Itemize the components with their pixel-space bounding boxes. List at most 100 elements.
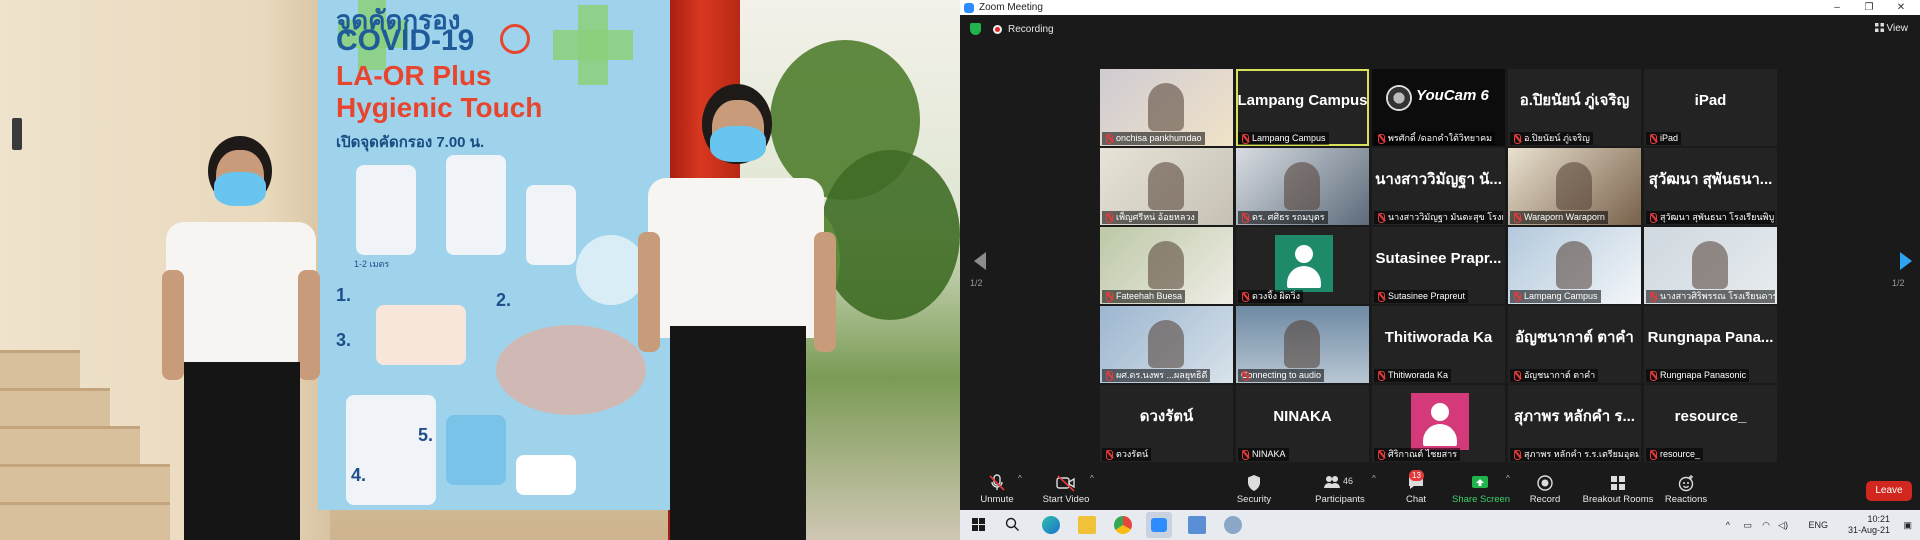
participant-name-label: Thitiworada Ka	[1374, 369, 1452, 382]
participant-tile[interactable]: Sutasinee Prapr... Sutasinee Prapreut	[1372, 227, 1505, 304]
zoom-logo-icon	[964, 2, 974, 13]
participant-tile[interactable]: YouCam 6 พรศักดิ์ /ดอกคำใต้วิทยาคม	[1372, 69, 1505, 146]
search-icon[interactable]	[1004, 516, 1022, 534]
notifications-icon[interactable]: ▣	[1903, 510, 1912, 540]
chrome-browser-icon[interactable]	[1114, 516, 1132, 534]
security-button[interactable]: Security	[1234, 474, 1274, 505]
virus-icon	[500, 24, 530, 54]
participant-name-label: อ.ปิยนัยน์ ภู่เจริญ	[1510, 132, 1593, 145]
youcam-logo: YouCam 6	[1416, 87, 1489, 104]
page-indicator-right: 1/2	[1892, 278, 1905, 288]
tool-app-icon[interactable]	[1224, 516, 1242, 534]
reactions-button[interactable]: Reactions	[1664, 474, 1708, 505]
view-button[interactable]: View	[1874, 23, 1908, 34]
participant-tile[interactable]: iPad iPad	[1644, 69, 1777, 146]
participant-tile[interactable]: ศิริกาณต์ ไชยสาร	[1372, 385, 1505, 462]
leave-button[interactable]: Leave	[1866, 481, 1912, 501]
next-page-button[interactable]: 1/2	[1892, 252, 1912, 288]
minimize-button[interactable]: –	[1822, 0, 1852, 15]
clock-date: 31-Aug-21	[1847, 525, 1890, 535]
prev-page-button[interactable]: 1/2	[970, 252, 986, 288]
participant-name-label: ศิริกาณต์ ไชยสาร	[1374, 448, 1461, 461]
participant-tile[interactable]: Thitiworada Ka Thitiworada Ka	[1372, 306, 1505, 383]
windows-start-icon[interactable]	[970, 516, 988, 534]
participants-label: Participants	[1315, 494, 1365, 505]
participant-name-label: สุภาพร หลักคำ ร.ร.เตรียมอุดม...	[1510, 448, 1639, 461]
maximize-button[interactable]: ❐	[1854, 0, 1884, 15]
chat-badge: 13	[1409, 470, 1424, 481]
audio-options-caret[interactable]: ^	[1018, 474, 1022, 483]
participant-name-label: Waraporn Waraporn	[1510, 211, 1608, 224]
security-label: Security	[1236, 494, 1272, 505]
participant-name-label: resource_	[1646, 448, 1704, 461]
participant-tile[interactable]: นางสาวศิริพรรณ โรงเรียนดาร...	[1644, 227, 1777, 304]
participant-tile[interactable]: เพ็ญศรีหน่ อ้อยหลวง	[1100, 148, 1233, 225]
participants-icon: 46	[1310, 474, 1370, 492]
participant-name-label: Sutasinee Prapreut	[1374, 290, 1469, 303]
chevron-right-icon	[1900, 252, 1912, 270]
language-indicator[interactable]: ENG	[1808, 510, 1828, 540]
share-screen-button[interactable]: Share Screen	[1452, 474, 1511, 505]
participant-tile[interactable]: Lampang Campus	[1508, 227, 1641, 304]
participant-tile[interactable]: อัญชนากาต์ ตาคำ อัญชนากาต์ ตาคำ	[1508, 306, 1641, 383]
unmute-button[interactable]: Unmute	[974, 474, 1020, 505]
network-icon[interactable]: ▭	[1743, 510, 1752, 540]
participants-button[interactable]: 46 Participants	[1310, 474, 1370, 505]
participant-name-label: NINAKA	[1238, 448, 1289, 461]
tray-chevron-icon[interactable]: ^	[1726, 510, 1730, 540]
meeting-toolbar: Unmute ^ Start Video ^ Security 46 Parti…	[960, 470, 1920, 508]
participant-tile[interactable]: นางสาววิมัญฐา นั... นางสาววิมัญฐา มันตะสุ…	[1372, 148, 1505, 225]
close-button[interactable]: ✕	[1886, 0, 1916, 15]
participant-tile[interactable]: ดวงรัตน์ ดวงรัตน์	[1100, 385, 1233, 462]
recording-label: Recording	[1008, 24, 1054, 35]
zoom-taskbar-app[interactable]	[1146, 512, 1172, 538]
share-options-caret[interactable]: ^	[1506, 474, 1510, 483]
student-right	[630, 82, 850, 540]
breakout-rooms-icon	[1582, 474, 1654, 492]
notes-app-icon[interactable]	[1188, 516, 1206, 534]
participant-tile[interactable]: Lampang Campus Lampang Campus	[1236, 69, 1369, 146]
step-distance-hint: 1-2 เมตร	[354, 259, 390, 269]
participant-tile[interactable]: ดร. ศศิธร รถมบุตร	[1236, 148, 1369, 225]
grid-icon	[1874, 23, 1884, 32]
share-screen-label: Share Screen	[1452, 494, 1511, 505]
participant-display-name: Sutasinee Prapr...	[1375, 249, 1502, 267]
record-label: Record	[1529, 494, 1561, 505]
screening-steps: 1. 1-2 เมตร 2. 3. 4. 5.	[326, 155, 662, 505]
participant-tile[interactable]: Fateehah Buesa	[1100, 227, 1233, 304]
record-button[interactable]: Record	[1526, 474, 1564, 505]
participants-caret[interactable]: ^	[1372, 474, 1376, 483]
shield-icon[interactable]	[970, 23, 981, 35]
file-explorer-icon[interactable]	[1078, 516, 1096, 534]
wifi-icon[interactable]: ◠	[1762, 510, 1770, 540]
banner-line-5: เปิดจุดคัดกรอง 7.00 น.	[336, 134, 485, 151]
windows-taskbar: ^ ▭ ◠ ◁) ENG 10:21 31-Aug-21 ▣	[960, 510, 1920, 540]
record-icon	[1526, 474, 1564, 492]
participant-tile[interactable]: ดวงจิ้ง ผิดวิ่ง	[1236, 227, 1369, 304]
participant-tile[interactable]: Connecting to audio	[1236, 306, 1369, 383]
start-video-label: Start Video	[1042, 494, 1090, 505]
participants-count: 46	[1343, 476, 1353, 486]
participant-tile[interactable]: อ.ปิยนัยน์ ภู่เจริญ อ.ปิยนัยน์ ภู่เจริญ	[1508, 69, 1641, 146]
recording-icon	[993, 25, 1002, 34]
participant-tile[interactable]: Rungnapa Pana... Rungnapa Panasonic	[1644, 306, 1777, 383]
volume-icon[interactable]: ◁)	[1778, 510, 1788, 540]
participant-display-name: Lampang Campus	[1237, 91, 1368, 109]
participant-tile[interactable]: NINAKA NINAKA	[1236, 385, 1369, 462]
participant-tile[interactable]: สุวัฒนา สุพันธนา... สุวัฒนา สุพันธนา โรงเ…	[1644, 148, 1777, 225]
start-video-button[interactable]: Start Video	[1038, 474, 1094, 505]
edge-browser-icon[interactable]	[1042, 516, 1060, 534]
chat-label: Chat	[1405, 494, 1427, 505]
taskbar-clock[interactable]: 10:21 31-Aug-21	[1848, 514, 1890, 536]
participant-tile[interactable]: ผศ.ดร.นงพร ...ผลยุทธิดี	[1100, 306, 1233, 383]
participant-tile[interactable]: Waraporn Waraporn	[1508, 148, 1641, 225]
participant-gallery: onchisa pankhumdao Lampang Campus Lampang …	[1100, 69, 1780, 462]
participant-tile[interactable]: onchisa pankhumdao	[1100, 69, 1233, 146]
covid-screening-banner: จุดคัดกรอง COVID-19 LA-OR Plus Hygienic …	[318, 0, 670, 510]
participant-tile[interactable]: สุภาพร หลักคำ ร... สุภาพร หลักคำ ร.ร.เตรี…	[1508, 385, 1641, 462]
participant-display-name: Rungnapa Pana...	[1647, 328, 1774, 346]
participant-tile[interactable]: resource_ resource_	[1644, 385, 1777, 462]
breakout-rooms-button[interactable]: Breakout Rooms	[1582, 474, 1654, 505]
chat-button[interactable]: 13 Chat	[1400, 470, 1432, 505]
video-options-caret[interactable]: ^	[1090, 474, 1094, 483]
